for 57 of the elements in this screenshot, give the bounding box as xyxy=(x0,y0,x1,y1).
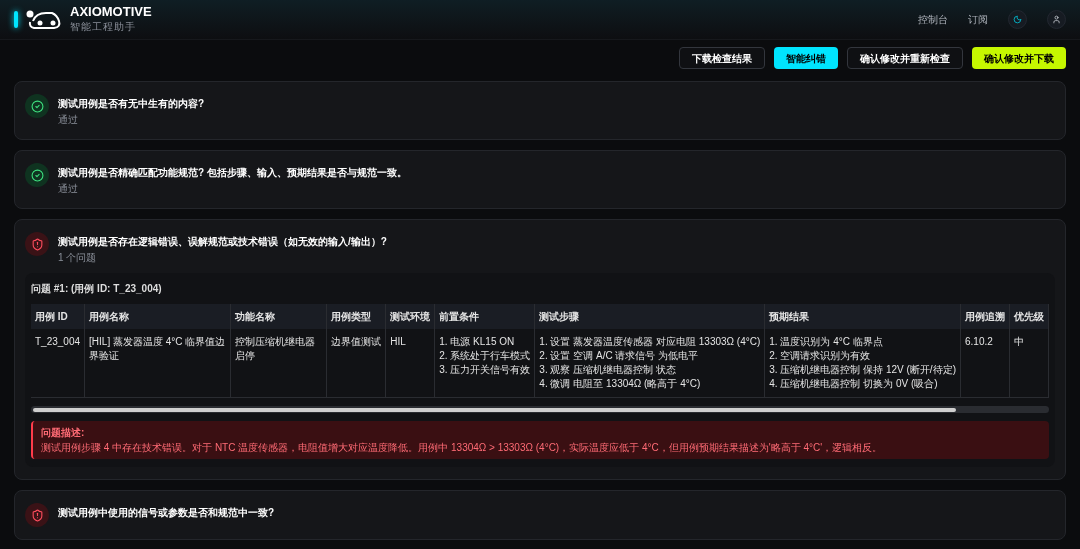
check-title: 测试用例是否存在逻辑错误、误解规范或技术错误（如无效的输入/输出）? xyxy=(58,235,387,249)
nav-link[interactable]: 控制台 xyxy=(918,12,948,27)
check-title: 测试用例是否有无中生有的内容? xyxy=(58,97,205,111)
scrollbar[interactable] xyxy=(31,406,1049,413)
theme-toggle-button[interactable] xyxy=(1008,10,1027,29)
brand-tagline: 智能工程助手 xyxy=(70,20,137,34)
column-header: 用例 ID xyxy=(31,304,85,329)
table-cell-text: 4. 微调 电阻至 13304Ω (略高于 4°C) xyxy=(539,377,702,391)
check-status: 通过 xyxy=(58,113,79,127)
nav-link[interactable]: 订阅 xyxy=(968,12,988,27)
shield-alert-icon xyxy=(30,237,44,251)
table-cell: [HIL] 蒸发器温度 4°C 临界值边界验证 xyxy=(89,335,227,363)
action-button[interactable]: 确认修改并重新检查 xyxy=(847,47,963,69)
table-cell: T_23_004 xyxy=(35,335,81,349)
check-icon xyxy=(30,99,44,113)
table-cell: 3. 压缩机继电器控制 保持 12V (断开/待定) xyxy=(769,363,956,377)
table-cell-text: 中 xyxy=(1014,335,1025,349)
description-label: 问题描述: xyxy=(41,426,86,440)
column-header: 功能名称 xyxy=(230,304,327,329)
car-logo-icon xyxy=(26,8,62,31)
table-cell-text: 2. 空调请求识别为有效 xyxy=(769,349,872,363)
action-button[interactable]: 智能纠错 xyxy=(774,47,838,69)
check-title: 测试用例中使用的信号或参数是否和规范中一致? xyxy=(58,506,275,520)
table-cell: 2. 系统处于行车模式 xyxy=(439,349,531,363)
column-header: 优先级 xyxy=(1009,304,1049,329)
check-icon xyxy=(30,168,44,182)
user-icon xyxy=(1052,15,1061,24)
table-cell-text: 2. 设置 空调 A/C 请求信号 为低电平 xyxy=(539,349,700,363)
column-header: 用例追溯 xyxy=(960,304,1010,329)
table-cell: 3. 压力开关信号有效 xyxy=(439,363,531,377)
column-header: 测试环境 xyxy=(385,304,435,329)
column-header: 用例名称 xyxy=(84,304,231,329)
check-status: 通过 xyxy=(58,182,79,196)
table-cell-text: 6.10.2 xyxy=(965,335,994,349)
table-cell-text: HIL xyxy=(390,335,407,349)
accent-bar xyxy=(14,11,18,28)
column-header: 预期结果 xyxy=(764,304,961,329)
user-avatar-button[interactable] xyxy=(1047,10,1066,29)
column-header: 用例类型 xyxy=(326,304,386,329)
table-cell-text: 3. 观察 压缩机继电器控制 状态 xyxy=(539,363,677,377)
column-header: 测试步骤 xyxy=(534,304,765,329)
table-cell-text: 1. 温度识别为 4°C 临界点 xyxy=(769,335,884,349)
table-cell: 1. 设置 蒸发器温度传感器 对应电阻 13303Ω (4°C) xyxy=(539,335,761,349)
table-cell: 边界值测试 xyxy=(331,335,382,349)
table-cell-text: 控制压缩机继电器启停 xyxy=(235,335,317,363)
brand-name: AXIOMOTIVE xyxy=(70,5,152,19)
action-button[interactable]: 下载检查结果 xyxy=(679,47,765,69)
check-title: 测试用例是否精确匹配功能规范? 包括步骤、输入、预期结果是否与规范一致。 xyxy=(58,166,407,180)
table-cell-text: 4. 压缩机继电器控制 切换为 0V (吸合) xyxy=(769,377,939,391)
table-cell-text: 1. 电源 KL15 ON xyxy=(439,335,516,349)
issue-heading: 问题 #1: (用例 ID: T_23_004) xyxy=(31,282,163,296)
column-header: 前置条件 xyxy=(434,304,535,329)
action-button[interactable]: 确认修改并下载 xyxy=(972,47,1066,69)
moon-icon xyxy=(1013,15,1022,24)
shield-alert-icon xyxy=(30,508,44,522)
description-text: 测试用例步骤 4 中存在技术错误。对于 NTC 温度传感器，电阻值增大对应温度降低。用例中 13304Ω > 13303Ω (4°C)，实际温度应低于 4°C，但用例预期结果描述为'略高于 4°C'，逻辑相反。 xyxy=(41,441,884,455)
check-status: 1 个问题 xyxy=(58,251,98,265)
